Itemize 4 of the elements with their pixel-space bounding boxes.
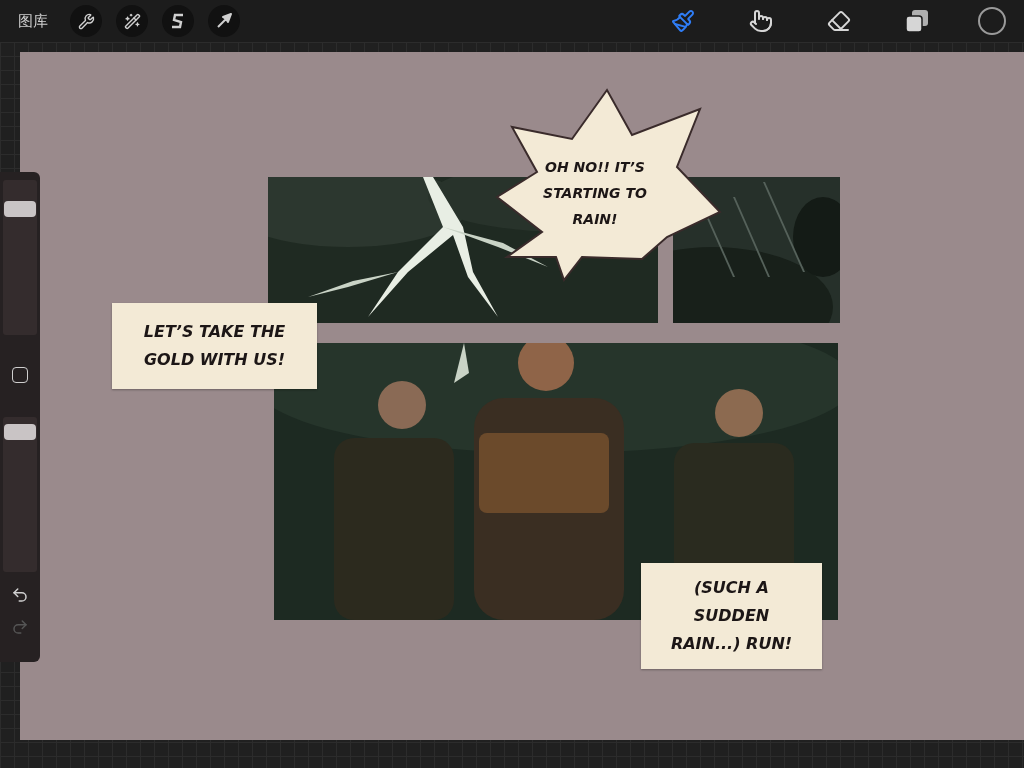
speech-text: OH NO!! IT’S STARTING TO RAIN!: [542, 158, 648, 229]
speech-caption: (SUCH A SUDDEN RAIN...) RUN!: [641, 563, 822, 669]
gallery-button[interactable]: 图库: [18, 11, 48, 31]
speech-caption: LET’S TAKE THE GOLD WITH US!: [112, 303, 317, 389]
